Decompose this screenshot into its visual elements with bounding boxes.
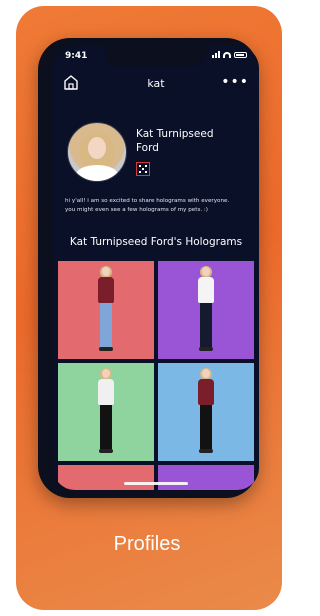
bottom — [200, 405, 212, 449]
top — [98, 277, 114, 303]
wifi-icon — [223, 51, 231, 58]
more-dots-icon[interactable]: ••• — [221, 74, 249, 90]
hologram-person — [196, 266, 216, 355]
holograms-title: Kat Turnipseed Ford's Holograms — [69, 236, 243, 248]
battery-icon — [234, 51, 247, 58]
hologram-person — [96, 368, 116, 457]
bottom — [100, 405, 112, 449]
hologram-person — [196, 368, 216, 457]
bottom — [100, 303, 112, 347]
hologram-tile-partial[interactable] — [158, 465, 254, 490]
profile-name-line1: Kat Turnipseed — [136, 128, 214, 140]
signal-icon — [212, 51, 220, 58]
profile-bio: hi y'all! i am so excited to share holog… — [65, 197, 251, 215]
bio-line1: hi y'all! i am so excited to share holog… — [65, 198, 230, 204]
bottom — [200, 303, 212, 347]
caption-label: Profiles — [113, 533, 181, 555]
hologram-grid — [58, 261, 256, 490]
top — [198, 277, 214, 303]
app-screen: 9:41 kat ••• Kat Turnipseed Ford hi y'al… — [53, 46, 259, 490]
qr-code-icon[interactable] — [136, 162, 150, 176]
hologram-tile-partial[interactable] — [58, 465, 154, 490]
top — [98, 379, 114, 405]
hologram-tile[interactable] — [58, 363, 154, 461]
hologram-tile[interactable] — [58, 261, 154, 359]
top — [198, 379, 214, 405]
bio-line2: you might even see a few holograms of my… — [65, 207, 208, 213]
profile-name: Kat Turnipseed Ford — [136, 127, 246, 155]
hologram-tile[interactable] — [158, 261, 254, 359]
home-indicator[interactable] — [124, 482, 188, 485]
hologram-person — [96, 266, 116, 355]
avatar — [67, 122, 127, 182]
status-icons — [212, 51, 247, 58]
hologram-tile[interactable] — [158, 363, 254, 461]
phone-notch — [105, 46, 207, 66]
status-time: 9:41 — [65, 51, 88, 61]
profile-name-line2: Ford — [136, 142, 159, 154]
